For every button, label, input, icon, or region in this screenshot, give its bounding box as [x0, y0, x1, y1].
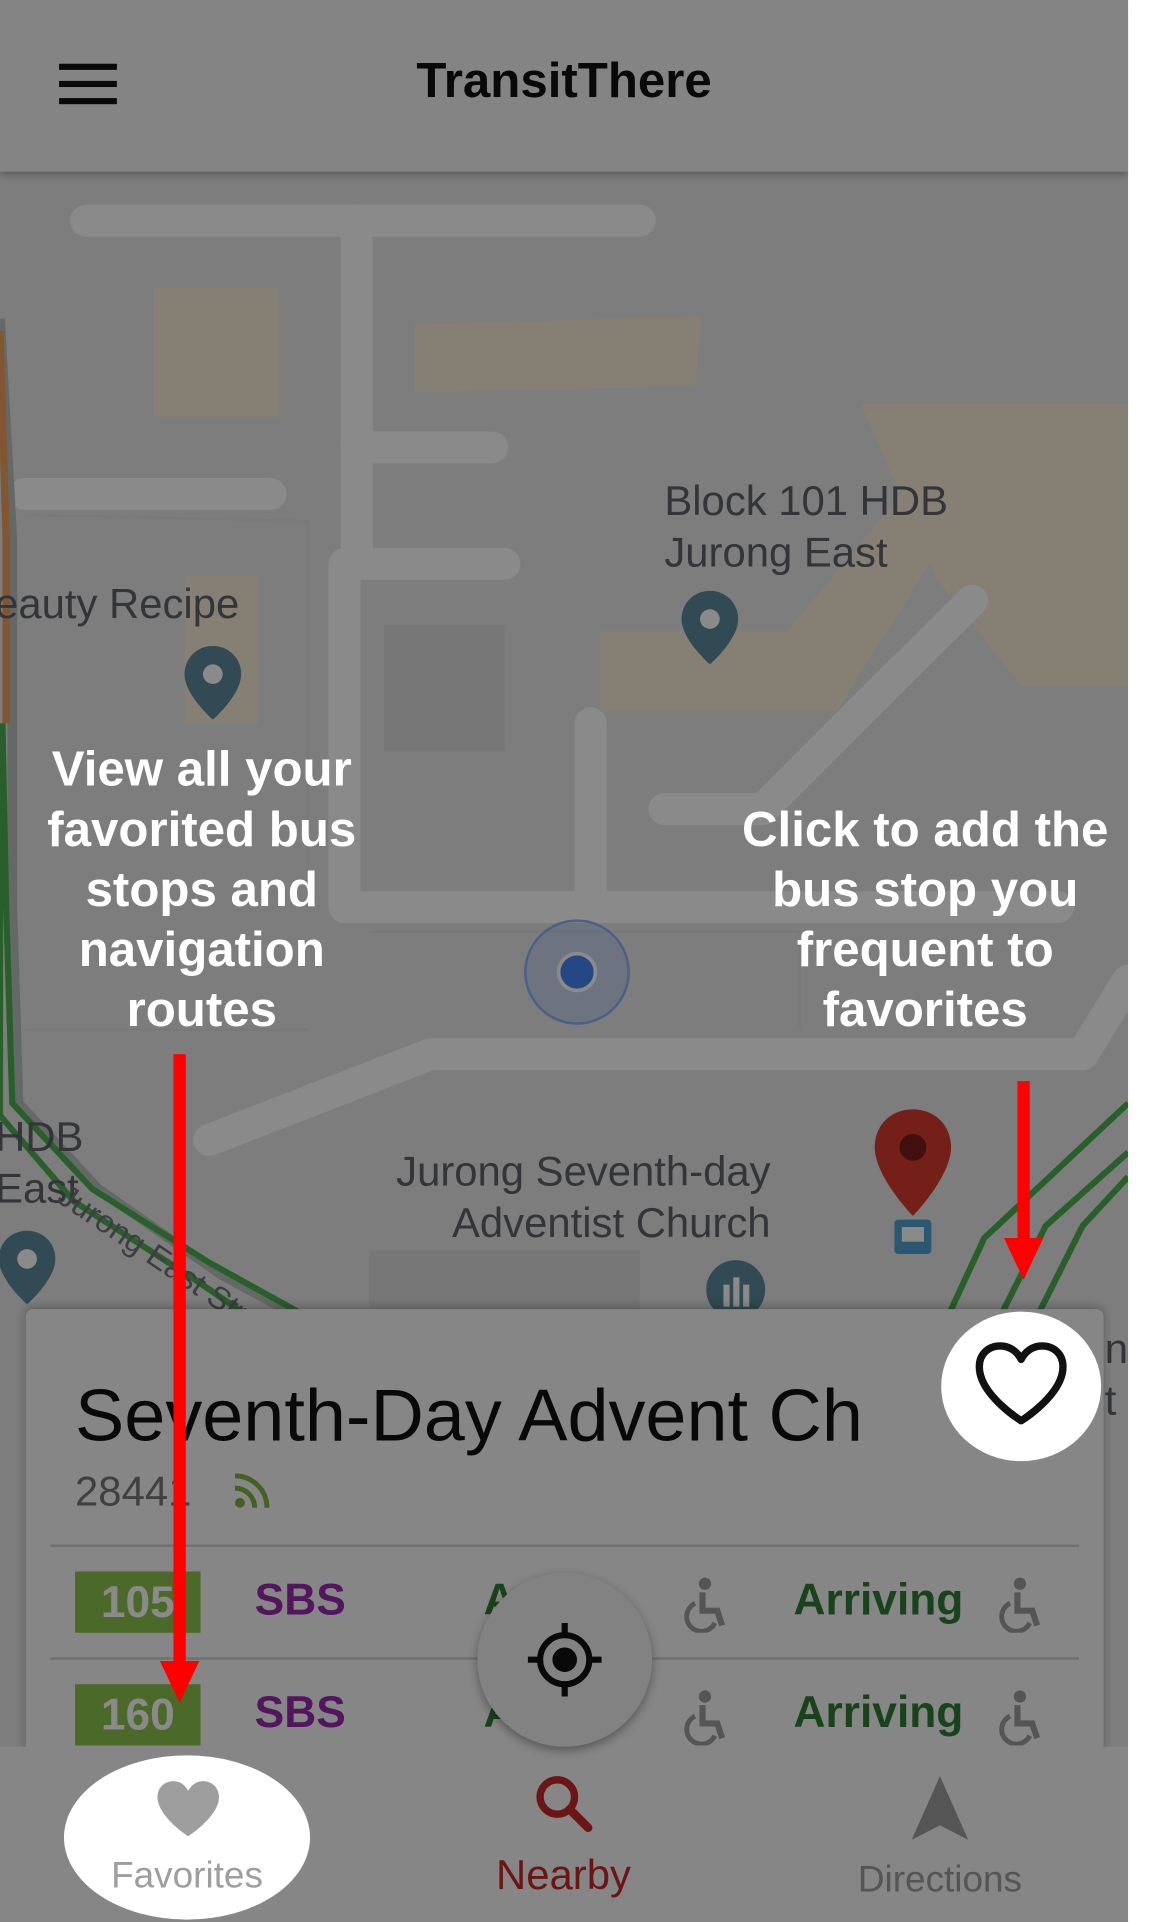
favorites-arrow: [173, 1054, 186, 1668]
app-title: TransitThere: [416, 53, 712, 108]
service-operator: SBS: [254, 1573, 346, 1625]
right-margin: [1128, 0, 1154, 1922]
search-icon: [536, 1776, 593, 1832]
bus-stop-marker-icon[interactable]: [870, 1103, 956, 1256]
favorites-spotlight[interactable]: Favorites: [63, 1755, 311, 1920]
add-to-favorites-button[interactable]: [941, 1311, 1102, 1462]
wheelchair-icon: [999, 1577, 1041, 1633]
wheelchair-icon: [684, 1690, 726, 1746]
next-arrival: Arriving: [793, 1573, 964, 1625]
next-arrival: Arriving: [793, 1686, 964, 1737]
heart-outline-icon: [975, 1342, 1067, 1425]
divider: [50, 1544, 1079, 1547]
nav-directions[interactable]: Directions: [755, 1747, 1124, 1922]
heart-callout: Click to add the bus stop you frequent t…: [741, 802, 1109, 1038]
my-location-button[interactable]: [477, 1572, 653, 1747]
map-label-church: Jurong Seventh-day Adventist Church: [396, 1148, 771, 1247]
heart-arrow-head: [1003, 1238, 1044, 1280]
nav-nearby-label: Nearby: [496, 1852, 631, 1899]
map-pin-icon[interactable]: [0, 1228, 58, 1306]
favorites-label: Favorites: [111, 1855, 263, 1897]
map-label-edge: n t: [1104, 1326, 1129, 1425]
stop-name: Seventh-Day Advent Ch: [75, 1374, 863, 1457]
nav-nearby[interactable]: Nearby: [379, 1747, 748, 1922]
wheelchair-icon: [684, 1577, 726, 1633]
map-pin-icon[interactable]: [182, 644, 244, 722]
map-label-beauty-recipe: eauty Recipe: [0, 581, 240, 628]
nav-directions-label: Directions: [857, 1859, 1022, 1900]
service-operator: SBS: [254, 1686, 346, 1737]
rss-live-icon: [234, 1473, 270, 1508]
map-pin-icon[interactable]: [679, 588, 741, 666]
favorites-arrow-head: [159, 1660, 200, 1703]
heart-arrow: [1017, 1081, 1030, 1241]
gps-locate-icon: [527, 1622, 602, 1697]
wheelchair-icon: [999, 1690, 1041, 1746]
navigation-arrow-icon: [911, 1776, 969, 1840]
favorites-callout: View all your favorited bus stops and na…: [47, 742, 357, 1038]
app-bar: TransitThere: [0, 0, 1129, 172]
map-label-block-101: Block 101 HDB Jurong East: [664, 478, 949, 577]
heart-icon: [157, 1781, 219, 1837]
